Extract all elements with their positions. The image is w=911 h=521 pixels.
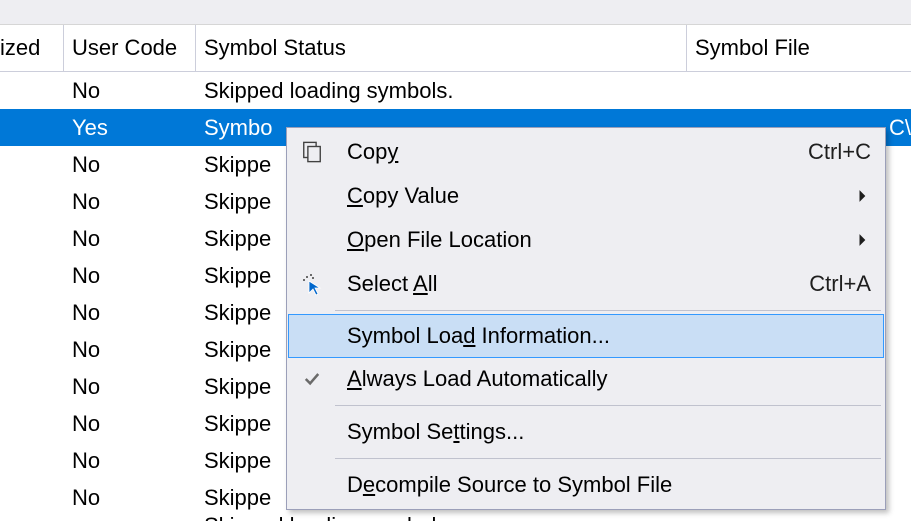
cell-user-code: No [64,448,196,474]
column-headers: ized User Code Symbol Status Symbol File [0,25,911,72]
menu-item-copy-value[interactable]: Copy Value [289,174,883,218]
cell-user-code: Yes [64,115,196,141]
blank-icon [289,315,335,357]
blank-icon [289,174,335,218]
menu-label: Decompile Source to Symbol File [335,472,871,498]
menu-label: Select All [335,271,789,297]
table-row[interactable]: Skipped loading symbols [0,516,911,521]
menu-label: Symbol Settings... [335,419,871,445]
select-all-cursor-icon [289,262,335,306]
blank-icon [289,218,335,262]
blank-icon [289,410,335,454]
cell-user-code: No [64,337,196,363]
menu-item-copy[interactable]: Copy Ctrl+C [289,130,883,174]
cell-symbol-status: Skipped loading symbols [196,516,687,521]
menu-label: Copy Value [335,183,857,209]
cell-user-code: No [64,411,196,437]
checkmark-icon [289,357,335,401]
blank-icon [289,463,335,507]
menu-label: Symbol Load Information... [335,323,871,349]
column-header-user-code[interactable]: User Code [64,25,196,71]
cell-user-code: No [64,485,196,511]
menu-shortcut: Ctrl+A [789,271,871,297]
column-header-symbol-status[interactable]: Symbol Status [196,25,687,71]
column-header-symbol-file[interactable]: Symbol File [687,25,911,71]
menu-label: Always Load Automatically [335,366,871,392]
cell-user-code: No [64,152,196,178]
cell-user-code: No [64,374,196,400]
menu-separator [335,405,881,406]
submenu-arrow-icon [857,233,871,247]
cell-user-code: No [64,189,196,215]
cell-symbol-status: Skipped loading symbols. [196,78,687,104]
menu-label: Copy [335,139,788,165]
copy-icon [289,130,335,174]
menu-item-symbol-load-information[interactable]: Symbol Load Information... [288,314,884,358]
menu-separator [335,310,881,311]
cell-user-code: No [64,78,196,104]
table-row[interactable]: No Skipped loading symbols. [0,72,911,109]
column-header-optimized-partial[interactable]: ized [0,25,64,71]
menu-separator [335,458,881,459]
menu-item-open-file-location[interactable]: Open File Location [289,218,883,262]
menu-item-select-all[interactable]: Select All Ctrl+A [289,262,883,306]
cell-user-code: No [64,226,196,252]
menu-item-always-load-automatically[interactable]: Always Load Automatically [289,357,883,401]
toolbar-area [0,0,911,25]
cell-user-code: No [64,263,196,289]
submenu-arrow-icon [857,189,871,203]
menu-label: Open File Location [335,227,857,253]
menu-item-symbol-settings[interactable]: Symbol Settings... [289,410,883,454]
menu-item-decompile-source[interactable]: Decompile Source to Symbol File [289,463,883,507]
menu-shortcut: Ctrl+C [788,139,871,165]
context-menu: Copy Ctrl+C Copy Value Open File Locatio… [286,127,886,510]
cell-user-code: No [64,300,196,326]
